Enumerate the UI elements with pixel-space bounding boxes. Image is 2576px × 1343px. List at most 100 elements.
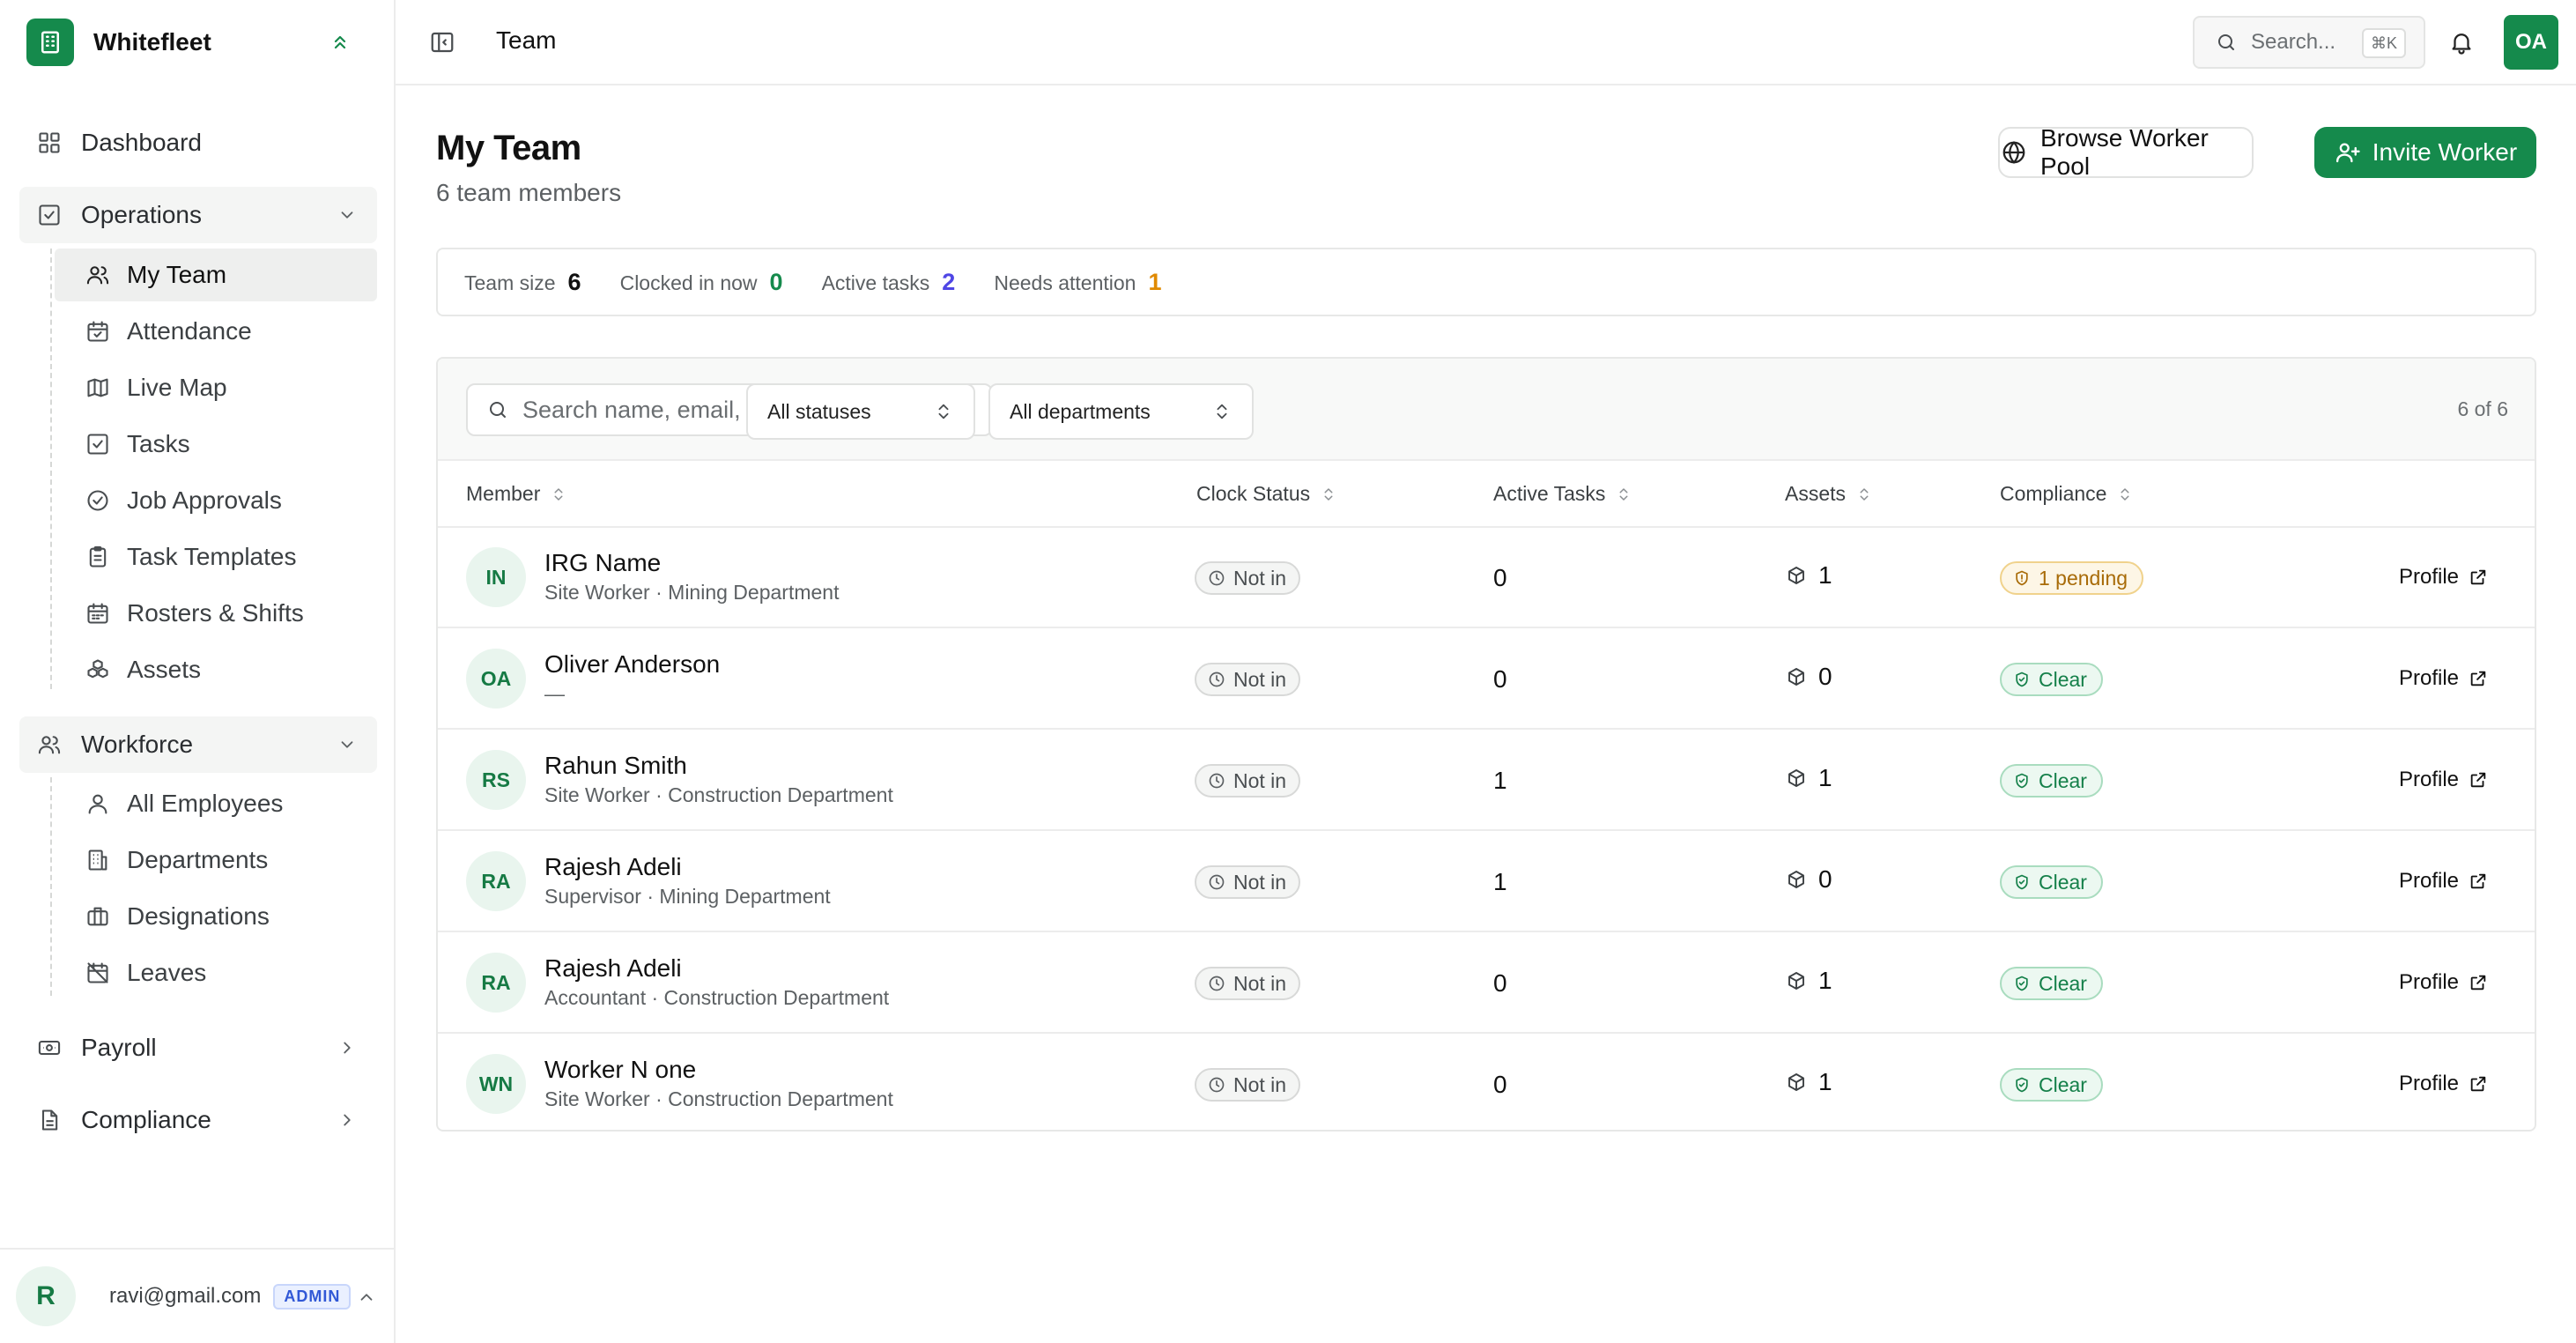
sidebar-item-label: Live Map — [127, 374, 227, 401]
compliance-badge: Clear — [2000, 967, 2103, 1000]
profile-link[interactable]: Profile — [2399, 1072, 2489, 1096]
clock-status-text: Not in — [1233, 768, 1287, 792]
nav-payroll-label: Payroll — [81, 1034, 157, 1061]
column-label: Member — [466, 482, 541, 505]
chevrons-up-icon[interactable] — [326, 28, 354, 56]
avatar: RA — [466, 953, 526, 1013]
member-designation: Site Worker · Mining Department — [544, 581, 840, 604]
user-avatar-button[interactable]: OA — [2504, 15, 2558, 70]
assets-value: 0 — [1818, 663, 1832, 690]
assets-cell: 0 — [1785, 663, 1832, 691]
nav-payroll[interactable]: Payroll — [19, 1020, 377, 1076]
clock-icon — [1207, 568, 1226, 588]
sidebar-item-tasks[interactable]: Tasks — [55, 418, 377, 471]
compliance-text: Clear — [2039, 1072, 2087, 1096]
global-search[interactable]: Search... ⌘K — [2193, 16, 2425, 69]
sidebar-toggle-icon[interactable] — [427, 27, 457, 57]
sidebar-item-rosters-shifts[interactable]: Rosters & Shifts — [55, 587, 377, 640]
bell-icon[interactable] — [2446, 26, 2477, 58]
table-row[interactable]: RS Rahun Smith Site Worker · Construction … — [438, 731, 2535, 831]
nav-compliance[interactable]: Compliance — [19, 1092, 377, 1148]
chevrons-up-down-icon — [1210, 399, 1234, 424]
external-link-icon — [2468, 871, 2489, 892]
profile-link[interactable]: Profile — [2399, 970, 2489, 995]
sidebar-item-attendance[interactable]: Attendance — [55, 305, 377, 358]
map-icon — [85, 375, 111, 401]
member-name: Oliver Anderson — [544, 650, 721, 678]
shield-check-icon — [2012, 771, 2032, 790]
table-row[interactable]: RA Rajesh Adeli Supervisor · Mining Depart… — [438, 832, 2535, 932]
profile-link[interactable]: Profile — [2399, 768, 2489, 792]
shield-check-icon — [2012, 670, 2032, 689]
sidebar-item-label: Job Approvals — [127, 486, 282, 514]
briefcase-icon — [85, 903, 111, 930]
browse-worker-pool-button[interactable]: Browse Worker Pool — [1998, 124, 2254, 180]
building-icon — [85, 847, 111, 873]
sidebar-item-task-templates[interactable]: Task Templates — [55, 531, 377, 583]
compliance-badge: Clear — [2000, 1068, 2103, 1102]
stat-value: 0 — [769, 268, 783, 295]
table-row[interactable]: WN Worker N one Site Worker · Construction… — [438, 1035, 2535, 1130]
column-header-clock-status[interactable]: Clock Status — [1196, 482, 1338, 506]
profile-label: Profile — [2399, 1072, 2460, 1095]
nav-compliance-label: Compliance — [81, 1106, 211, 1133]
clock-status-badge: Not in — [1195, 1068, 1301, 1102]
sidebar-item-departments[interactable]: Departments — [55, 834, 377, 887]
column-header-member[interactable]: Member — [466, 482, 568, 506]
department-filter-select[interactable]: All departments — [988, 383, 1254, 440]
sidebar-item-leaves[interactable]: Leaves — [55, 946, 377, 999]
sidebar-item-my-team[interactable]: My Team — [55, 249, 377, 301]
sidebar-item-label: My Team — [127, 261, 227, 288]
package-icon — [1785, 665, 1808, 688]
nav-workforce-label: Workforce — [81, 731, 194, 758]
stat-value: 1 — [1148, 268, 1162, 295]
nav-dashboard[interactable]: Dashboard — [19, 115, 377, 171]
shield-alert-icon — [2012, 568, 2032, 588]
profile-label: Profile — [2399, 970, 2460, 994]
chevron-down-icon — [333, 201, 361, 229]
profile-link[interactable]: Profile — [2399, 666, 2489, 691]
sidebar: Whitefleet Dashboard Operations My Team … — [0, 0, 396, 1343]
calendar-icon — [85, 600, 111, 627]
profile-link[interactable]: Profile — [2399, 565, 2489, 590]
column-header-assets[interactable]: Assets — [1785, 482, 1874, 506]
search-placeholder: Search... — [2251, 30, 2336, 54]
package-icon — [1785, 564, 1808, 587]
user-menu[interactable]: R ravi@gmail.com ADMIN — [0, 1248, 394, 1343]
compliance-text: Clear — [2039, 667, 2087, 691]
sidebar-item-job-approvals[interactable]: Job Approvals — [55, 474, 377, 527]
avatar: WN — [466, 1054, 526, 1114]
invite-worker-button[interactable]: Invite Worker — [2314, 127, 2536, 178]
avatar: RS — [466, 750, 526, 810]
table-row[interactable]: OA Oliver Anderson — Not in 0 0 Clear Profile — [438, 629, 2535, 730]
member-name: IRG Name — [544, 549, 662, 576]
nav-operations[interactable]: Operations — [19, 187, 377, 243]
sort-icon — [1614, 485, 1633, 504]
user-plus-icon — [2334, 138, 2362, 167]
member-designation: — — [544, 682, 565, 705]
table-row[interactable]: IN IRG Name Site Worker · Mining Departmen… — [438, 528, 2535, 628]
brand[interactable]: Whitefleet — [0, 0, 394, 85]
compliance-text: Clear — [2039, 971, 2087, 995]
sidebar-item-label: Tasks — [127, 430, 190, 457]
sidebar-item-live-map[interactable]: Live Map — [55, 361, 377, 414]
nav-workforce[interactable]: Workforce — [19, 716, 377, 773]
sidebar-item-all-employees[interactable]: All Employees — [55, 777, 377, 830]
sort-icon — [2115, 485, 2135, 504]
clock-icon — [1207, 974, 1226, 993]
column-label: Clock Status — [1196, 482, 1311, 505]
circle-check-icon — [85, 487, 111, 514]
avatar: IN — [466, 547, 526, 607]
sidebar-item-designations[interactable]: Designations — [55, 890, 377, 943]
chevron-up-icon[interactable] — [352, 1283, 381, 1311]
sidebar-item-assets[interactable]: Assets — [55, 643, 377, 696]
column-header-active-tasks[interactable]: Active Tasks — [1493, 482, 1633, 506]
stat-value: 6 — [567, 268, 581, 295]
profile-link[interactable]: Profile — [2399, 869, 2489, 894]
table-row[interactable]: RA Rajesh Adeli Accountant · Construction … — [438, 933, 2535, 1034]
status-filter-select[interactable]: All statuses — [746, 383, 975, 440]
browse-label: Browse Worker Pool — [2040, 124, 2209, 180]
column-header-compliance[interactable]: Compliance — [2000, 482, 2135, 506]
avatar: R — [16, 1266, 76, 1326]
member-name: Rahun Smith — [544, 752, 687, 779]
